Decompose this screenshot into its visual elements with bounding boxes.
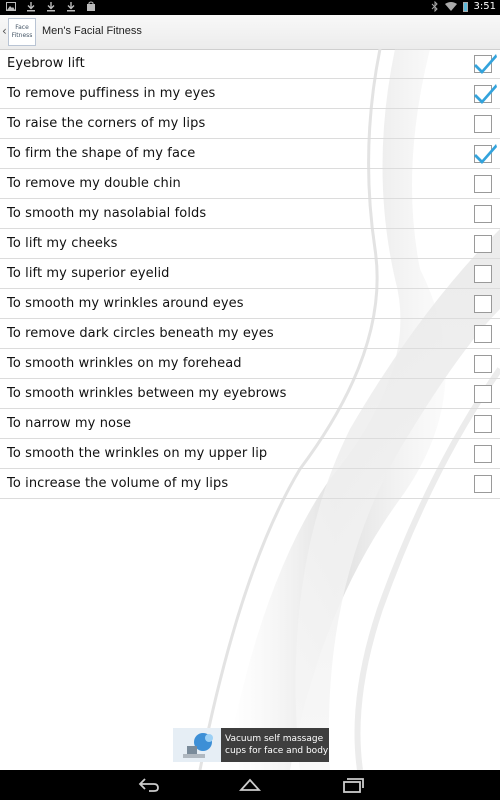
- list-item[interactable]: To remove my double chin: [0, 169, 500, 199]
- list-item-label: To remove puffiness in my eyes: [7, 86, 216, 101]
- list-item[interactable]: To smooth the wrinkles on my upper lip: [0, 439, 500, 469]
- list-item-label: To smooth my wrinkles around eyes: [7, 296, 244, 311]
- checkbox[interactable]: [474, 295, 492, 313]
- ad-text: Vacuum self massage cups for face and bo…: [221, 733, 328, 757]
- list-item[interactable]: To smooth wrinkles on my forehead: [0, 349, 500, 379]
- list-item[interactable]: To raise the corners of my lips: [0, 109, 500, 139]
- list-item-label: To smooth my nasolabial folds: [7, 206, 207, 221]
- action-bar: ‹ Face Fitness Men's Facial Fitness: [0, 15, 500, 50]
- ad-line-1: Vacuum self massage: [225, 734, 324, 744]
- list-item-label: To lift my cheeks: [7, 236, 118, 251]
- status-bar: 3:51: [0, 0, 500, 15]
- checkbox[interactable]: [474, 235, 492, 253]
- checkmark-icon: [474, 84, 497, 104]
- list-item[interactable]: Eyebrow lift: [0, 49, 500, 79]
- battery-icon: [462, 1, 468, 12]
- list-item-label: To narrow my nose: [7, 416, 132, 431]
- app-logo[interactable]: Face Fitness: [8, 18, 36, 46]
- list-item-label: To smooth wrinkles between my eyebrows: [7, 386, 287, 401]
- checklist-panel: Eyebrow lift To remove puffiness in my ey…: [0, 49, 500, 770]
- list-item-label: To remove dark circles beneath my eyes: [7, 326, 274, 341]
- clock: 3:51: [473, 1, 496, 12]
- checkbox[interactable]: [474, 115, 492, 133]
- checkbox[interactable]: [474, 475, 492, 493]
- bluetooth-icon: [431, 1, 438, 12]
- cart-icon: [87, 1, 95, 11]
- app-logo-line-2: Fitness: [11, 32, 33, 39]
- list-item[interactable]: To smooth my wrinkles around eyes: [0, 289, 500, 319]
- download-icon: [27, 2, 35, 12]
- list-item[interactable]: To lift my cheeks: [0, 229, 500, 259]
- checkbox[interactable]: [474, 445, 492, 463]
- ad-image: [173, 728, 221, 762]
- ad-banner[interactable]: Vacuum self massage cups for face and bo…: [173, 728, 329, 762]
- goals-list: Eyebrow lift To remove puffiness in my ey…: [0, 49, 500, 499]
- list-item[interactable]: To narrow my nose: [0, 409, 500, 439]
- list-item-label: To lift my superior eyelid: [7, 266, 170, 281]
- list-item[interactable]: To remove puffiness in my eyes: [0, 79, 500, 109]
- list-item[interactable]: To remove dark circles beneath my eyes: [0, 319, 500, 349]
- list-item-label: To raise the corners of my lips: [7, 116, 206, 131]
- app-title: Men's Facial Fitness: [42, 25, 142, 37]
- list-item-label: To increase the volume of my lips: [7, 476, 229, 491]
- checkmark-icon: [474, 144, 497, 164]
- ad-line-2: cups for face and body: [225, 746, 329, 756]
- list-item[interactable]: To smooth my nasolabial folds: [0, 199, 500, 229]
- system-icons: 3:51: [431, 1, 496, 12]
- list-item-label: To smooth wrinkles on my forehead: [7, 356, 242, 371]
- list-item-label: To smooth the wrinkles on my upper lip: [7, 446, 268, 461]
- app-logo-line-1: Face: [15, 24, 29, 31]
- notification-icons: [6, 1, 96, 12]
- checkmark-icon: [474, 54, 497, 74]
- navigation-bar: [0, 770, 500, 800]
- image-icon: [6, 2, 16, 11]
- download-icon: [47, 2, 55, 12]
- recents-icon[interactable]: [341, 776, 365, 794]
- list-item-label: To remove my double chin: [7, 176, 181, 191]
- list-item[interactable]: To smooth wrinkles between my eyebrows: [0, 379, 500, 409]
- checkbox[interactable]: [474, 325, 492, 343]
- checkbox[interactable]: [474, 415, 492, 433]
- list-item-label: Eyebrow lift: [7, 56, 85, 71]
- checkbox[interactable]: [474, 265, 492, 283]
- list-item[interactable]: To firm the shape of my face: [0, 139, 500, 169]
- back-icon[interactable]: [137, 776, 161, 794]
- wifi-icon: [444, 2, 457, 11]
- checkbox[interactable]: [474, 175, 492, 193]
- download-icon: [67, 2, 75, 12]
- home-icon[interactable]: [238, 776, 262, 794]
- vacuum-cup-icon: [183, 733, 213, 758]
- list-item[interactable]: To increase the volume of my lips: [0, 469, 500, 499]
- list-item-label: To firm the shape of my face: [7, 146, 196, 161]
- checkbox[interactable]: [474, 205, 492, 223]
- list-item[interactable]: To lift my superior eyelid: [0, 259, 500, 289]
- checkbox[interactable]: [474, 385, 492, 403]
- checkbox[interactable]: [474, 355, 492, 373]
- up-caret-icon[interactable]: ‹: [2, 24, 7, 38]
